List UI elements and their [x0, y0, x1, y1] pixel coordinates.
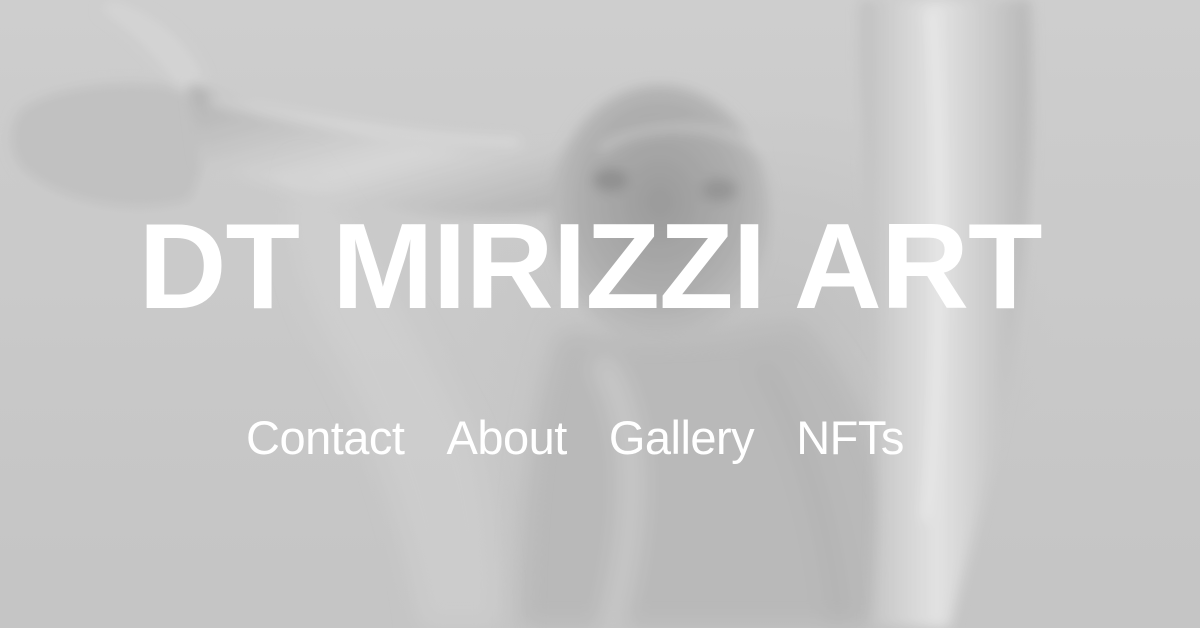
nav-link-contact[interactable]: Contact	[246, 408, 405, 468]
nav-link-gallery[interactable]: Gallery	[609, 408, 755, 468]
nav-link-about[interactable]: About	[446, 408, 567, 468]
site-title: DT MIRIZZI ART	[138, 198, 1042, 334]
main-nav: Contact About Gallery NFTs	[246, 408, 904, 468]
hero-page: DT MIRIZZI ART Contact About Gallery NFT…	[0, 0, 1200, 628]
nav-link-nfts[interactable]: NFTs	[796, 408, 904, 468]
